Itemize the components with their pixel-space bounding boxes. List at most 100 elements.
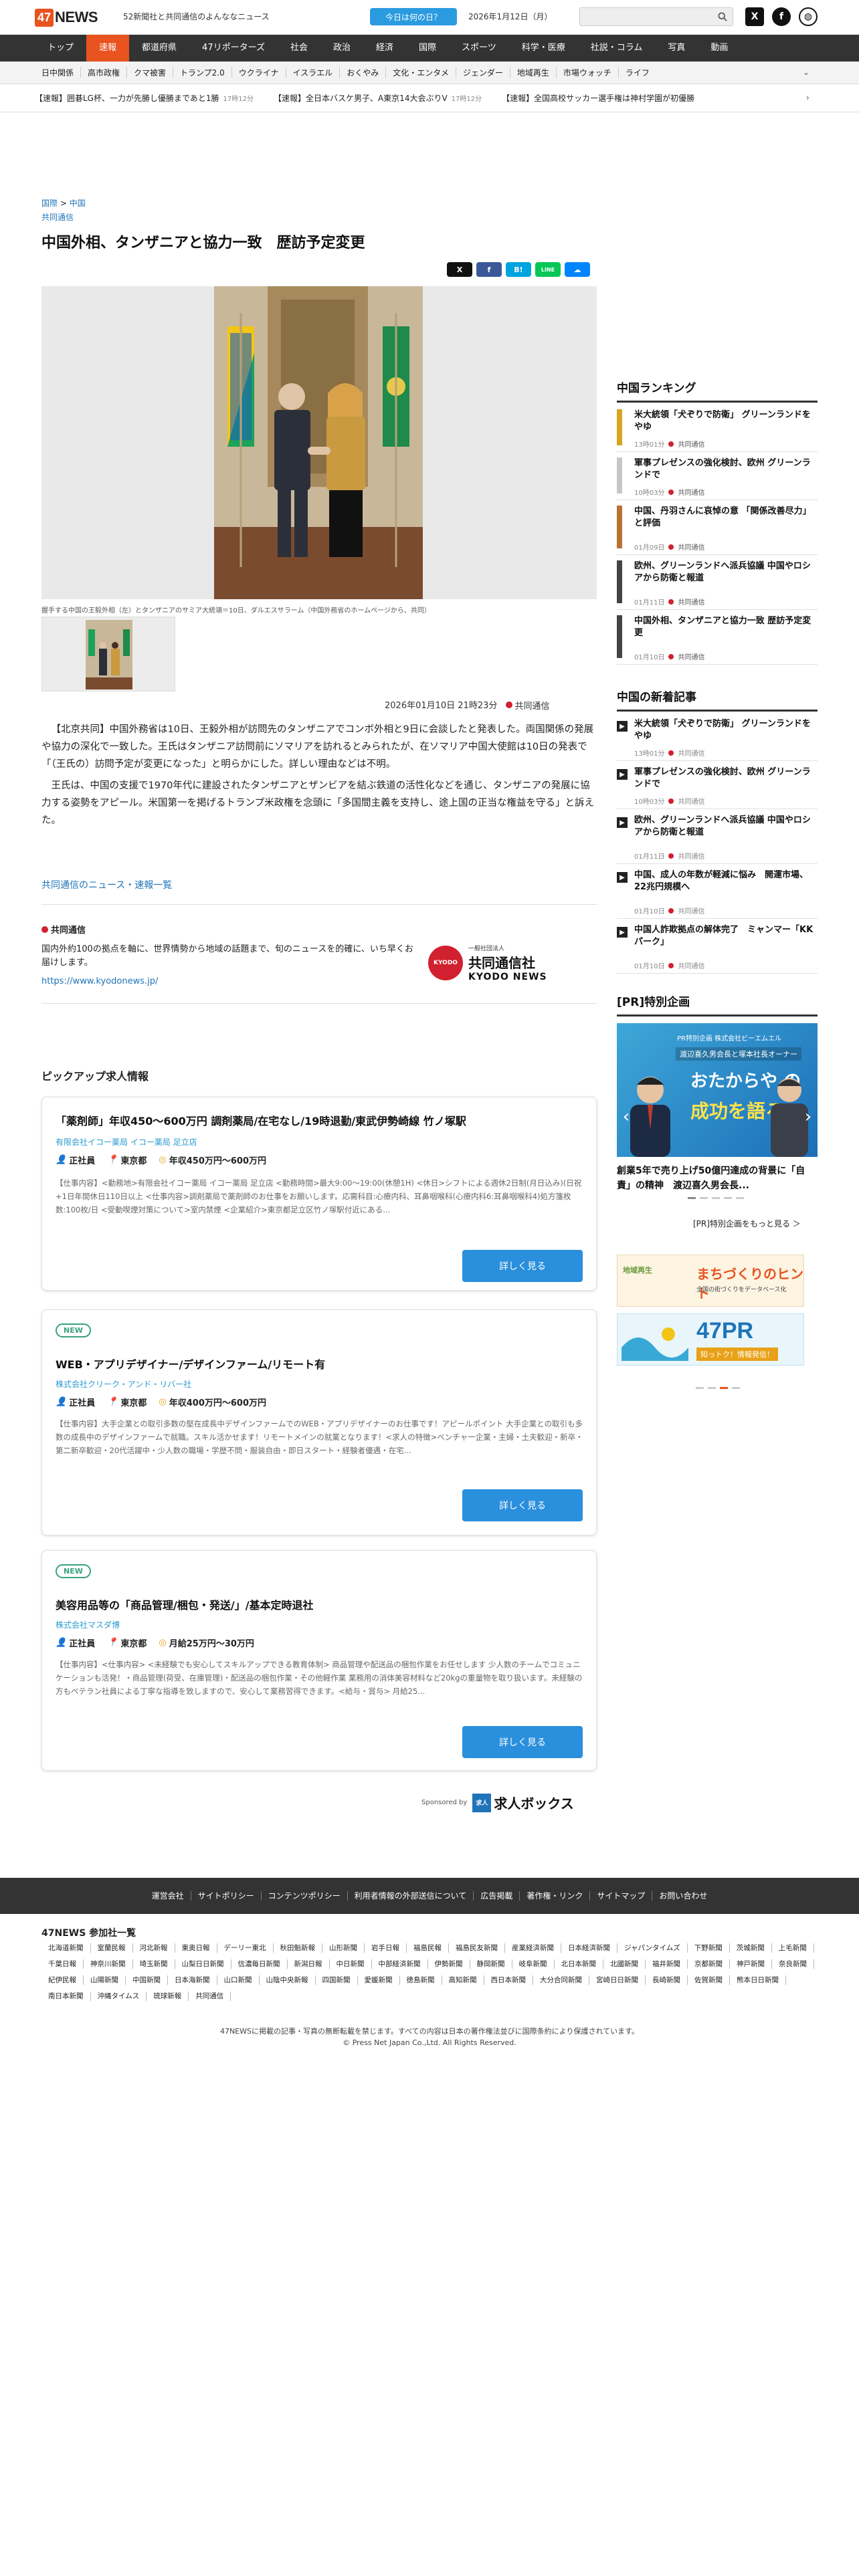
member-link[interactable]: 中部経済新聞 [372,1959,428,1969]
member-link[interactable]: 沖縄タイムス [91,1992,147,2001]
ranking-title[interactable]: 欧州、グリーンランドへ派兵協議 中国やロシアから防衛と報道 [634,560,816,584]
footer-link[interactable]: 利用者情報の外部送信について [348,1891,474,1901]
member-link[interactable]: 上毛新聞 [772,1943,814,1953]
member-link[interactable]: 日本経済新聞 [561,1943,617,1953]
ranking-title[interactable]: 中国外相、タンザニアと協力一致 歴訪予定変更 [634,615,816,639]
search-icon[interactable] [718,12,727,21]
member-link[interactable]: 琉球新報 [147,1992,189,2001]
sub-nav-item[interactable]: 地域再生 [510,67,557,78]
pr-caption[interactable]: 創業5年で売り上げ50億円達成の背景に「自責」の精神 渡辺喜久男会長... [617,1164,818,1193]
carousel-dot[interactable] [696,1387,704,1389]
chevron-down-icon[interactable]: ⌄ [803,68,809,77]
member-link[interactable]: 熊本日日新聞 [730,1975,786,1985]
47pr-ad[interactable]: 47PR 知っトク！情報発信！ [617,1313,804,1366]
sub-nav-item[interactable]: ウクライナ [232,67,286,78]
nav-item[interactable]: スポーツ [449,35,509,62]
footer-link[interactable]: お問い合わせ [652,1891,714,1901]
sub-nav-item[interactable]: 高市政権 [81,67,128,78]
job-card[interactable]: NEW 美容用品等の「商品管理/梱包・発送/」/基本定時退社 株式会社マスダ博 … [41,1550,597,1771]
member-link[interactable]: 東奥日報 [175,1943,217,1953]
kyodo-logo[interactable]: KYODO 一般社団法人 共同通信社 KYODO NEWS [428,943,595,983]
member-link[interactable]: 山陽新聞 [84,1975,126,1985]
carousel-dot[interactable] [720,1387,728,1389]
ticker-item[interactable]: 【速報】全日本バスケ男子、A東京14大会ぶりV 17時12分 [274,92,482,104]
member-link[interactable]: 福島民友新聞 [449,1943,505,1953]
carousel-dot[interactable] [712,1197,720,1199]
member-link[interactable]: 宮崎日日新聞 [589,1975,646,1985]
x-icon[interactable]: X [745,7,764,26]
sub-nav-item[interactable]: クマ被害 [127,67,174,78]
nav-item[interactable]: 47リポーターズ [189,35,278,62]
chevron-right-icon[interactable]: › [806,93,809,102]
sub-nav-item[interactable]: 文化・エンタメ [386,67,456,78]
member-link[interactable]: 埼玉新聞 [133,1959,175,1969]
new-article-item[interactable]: ▶ 軍事プレゼンスの強化検討、欧州 グリーンランドで 10時03分 共同通信 [617,761,818,809]
member-link[interactable]: 河北新報 [133,1943,175,1953]
member-link[interactable]: 長崎新聞 [646,1975,688,1985]
ranking-item[interactable]: 欧州、グリーンランドへ派兵協議 中国やロシアから防衛と報道 01月11日 共同通信 [617,555,818,610]
carousel-dot[interactable] [700,1197,708,1199]
member-link[interactable]: 山梨日日新聞 [175,1959,231,1969]
member-link[interactable]: 室蘭民報 [91,1943,133,1953]
machizukuri-ad[interactable]: 地域再生 まちづくりのヒント 全国の街づくりをデータベース化 [617,1255,804,1307]
member-link[interactable]: 紀伊民報 [41,1975,84,1985]
new-article-item[interactable]: ▶ 米大統領「犬ぞりで防衛」 グリーンランドをやゆ 13時01分 共同通信 [617,713,818,761]
job-title[interactable]: WEB・アプリデザイナー/デザインファーム/リモート有 [56,1356,325,1372]
job-card[interactable]: NEW WEB・アプリデザイナー/デザインファーム/リモート有 株式会社クリーク… [41,1309,597,1535]
member-link[interactable]: 岩手日報 [365,1943,407,1953]
ranking-title[interactable]: 米大統領「犬ぞりで防衛」 グリーンランドをやゆ [634,409,816,433]
share-x-button[interactable]: X [447,262,472,277]
new-article-item[interactable]: ▶ 中国、成人の年数が軽減に悩み 開運市場、22兆円規模へ 01月10日 共同通信 [617,864,818,919]
nav-item[interactable]: トップ [35,35,86,62]
search-input[interactable] [580,8,707,25]
member-link[interactable]: ジャパンタイムズ [617,1943,688,1953]
nav-item[interactable]: 経済 [363,35,406,62]
new-article-title[interactable]: 軍事プレゼンスの強化検討、欧州 グリーンランドで [634,766,816,790]
carousel-prev-icon[interactable]: ‹ [619,1103,633,1130]
footer-link[interactable]: 運営会社 [145,1891,191,1901]
pr-more-link[interactable]: [PR]特別企画をもっと見る ＞ [693,1218,801,1229]
sub-nav-item[interactable]: 日中関係 [35,67,82,78]
carousel-dot[interactable] [724,1197,732,1199]
photo-thumbnail[interactable] [41,617,175,691]
nav-item[interactable]: 国際 [406,35,449,62]
carousel-dot[interactable] [708,1387,716,1389]
member-link[interactable]: 北海道新聞 [41,1943,91,1953]
carousel-dot[interactable] [732,1387,740,1389]
job-title[interactable]: 美容用品等の「商品管理/梱包・発送/」/基本定時退社 [56,1596,314,1612]
member-link[interactable]: 静岡新聞 [470,1959,512,1969]
new-article-title[interactable]: 中国人詐欺拠点の解体完了 ミャンマー「KKパーク」 [634,924,816,948]
share-line-button[interactable]: LINE [535,262,561,277]
new-article-item[interactable]: ▶ 欧州、グリーンランドへ派兵協議 中国やロシアから防衛と報道 01月11日 共同… [617,809,818,864]
member-link[interactable]: 信濃毎日新聞 [231,1959,288,1969]
today-in-history-button[interactable]: 今日は何の日？ [370,8,457,25]
job-card[interactable]: 「薬剤師」年収450〜600万円 調剤薬局/在宅なし/19時退勤/東武伊勢崎線 … [41,1097,597,1291]
carousel-dot[interactable] [736,1197,744,1199]
new-article-title[interactable]: 欧州、グリーンランドへ派兵協議 中国やロシアから防衛と報道 [634,815,816,839]
share-facebook-button[interactable]: f [476,262,502,277]
nav-item[interactable]: 社説・コラム [578,35,656,62]
job-title[interactable]: 「薬剤師」年収450〜600万円 調剤薬局/在宅なし/19時退勤/東武伊勢崎線 … [56,1112,466,1128]
ranking-title[interactable]: 軍事プレゼンスの強化検討、欧州 グリーンランドで [634,457,816,481]
member-link[interactable]: 神戸新聞 [730,1959,772,1969]
member-link[interactable]: 山口新聞 [217,1975,260,1985]
breadcrumb-china[interactable]: 中国 [70,199,86,208]
member-link[interactable]: 山形新聞 [322,1943,365,1953]
site-logo[interactable]: 47 NEWS [35,7,98,28]
member-link[interactable]: 新潟日報 [288,1959,330,1969]
member-link[interactable]: 四国新聞 [316,1975,358,1985]
breadcrumb-international[interactable]: 国際 [41,199,58,208]
footer-link[interactable]: 著作権・リンク [520,1891,591,1901]
footer-link[interactable]: サイトポリシー [191,1891,262,1901]
member-link[interactable]: 下野新聞 [688,1943,730,1953]
member-link[interactable]: 京都新聞 [688,1959,730,1969]
member-link[interactable]: 山陰中央新報 [260,1975,316,1985]
member-link[interactable]: 佐賀新聞 [688,1975,730,1985]
ticker-item[interactable]: 【速報】全国高校サッカー選手権は神村学園が初優勝 [502,92,694,104]
member-link[interactable]: 伊勢新聞 [428,1959,470,1969]
nav-item[interactable]: 写真 [655,35,698,62]
sub-nav-item[interactable]: イスラエル [286,67,341,78]
nav-item-active[interactable]: 速報 [86,35,130,62]
job-details-button[interactable]: 詳しく見る [462,1250,583,1282]
member-link[interactable]: 福島民報 [407,1943,449,1953]
